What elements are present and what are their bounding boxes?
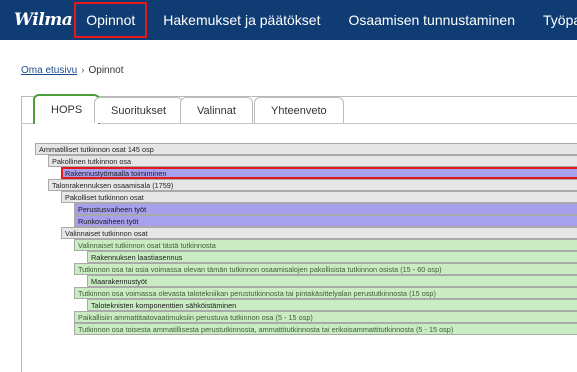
tree-row-label: Maarakennustyöt [91, 277, 147, 286]
wilma-logo[interactable]: Wilma [0, 0, 73, 40]
breadcrumb: Oma etusivu › Opinnot [21, 65, 124, 76]
tree-item-row[interactable]: Paikallisiin ammattitaitovaatimuksiin pe… [74, 311, 577, 323]
tree-item-row[interactable]: Taloteknisten komponenttien sähköistämin… [87, 299, 577, 311]
tree-row-label: Valinnaiset tutkinnon osat tästä tutkinn… [78, 241, 216, 250]
nav-item-tyopaikka[interactable]: Työpaik [529, 0, 577, 40]
tree-item-row[interactable]: Tutkinnon osa toisesta ammatillisesta pe… [74, 323, 577, 335]
top-navigation: Wilma Opinnot Hakemukset ja päätökset Os… [0, 0, 577, 40]
tree-row-label: Ammatilliset tutkinnon osat 145 osp [39, 145, 154, 154]
tree-row-label: Talonrakennuksen osaamisala (1759) [52, 181, 174, 190]
tree-group-row: Pakollinen tutkinnon osa [48, 155, 577, 167]
tab-hops[interactable]: HOPS [33, 94, 101, 124]
tree-group-row: Pakolliset tutkinnon osat [61, 191, 577, 203]
tree-row-label: Perustusvaiheen työt [78, 205, 147, 214]
tree-row-label: Pakolliset tutkinnon osat [65, 193, 144, 202]
tree-row-label: Pakollinen tutkinnon osa [52, 157, 132, 166]
tree-row-label: Paikallisiin ammattitaitovaatimuksiin pe… [78, 313, 313, 322]
nav-item-hakemukset[interactable]: Hakemukset ja päätökset [149, 0, 334, 40]
tree-group-row: Ammatilliset tutkinnon osat 145 osp [35, 143, 577, 155]
tree-row-label: Taloteknisten komponenttien sähköistämin… [91, 301, 237, 310]
breadcrumb-home-link[interactable]: Oma etusivu [21, 65, 77, 76]
tree-item-row[interactable]: Rakennuksen laastiasennus [87, 251, 577, 263]
tree-row-label: Runkovaiheen työt [78, 217, 139, 226]
tree-item-row[interactable]: Valinnaiset tutkinnon osat tästä tutkinn… [74, 239, 577, 251]
tree-row-label: Tutkinnon osa toisesta ammatillisesta pe… [78, 325, 454, 334]
tab-valinnat[interactable]: Valinnat [180, 97, 253, 123]
tab-suoritukset[interactable]: Suoritukset [94, 97, 184, 123]
tree-item-row[interactable]: Runkovaiheen työt [74, 215, 577, 227]
tree-row-label: Rakennustyömaalla toimiminen [65, 169, 167, 178]
breadcrumb-current: Opinnot [88, 65, 124, 76]
tab-yhteenveto[interactable]: Yhteenveto [254, 97, 344, 123]
tree-item-row[interactable]: Rakennustyömaalla toimiminen [61, 167, 577, 179]
tree-item-row[interactable]: Maarakennustyöt [87, 275, 577, 287]
hops-tree: Ammatilliset tutkinnon osat 145 osp Pakol… [35, 143, 577, 335]
tree-row-label: Rakennuksen laastiasennus [91, 253, 183, 262]
tree-item-row[interactable]: Tutkinnon osa voimassa olevasta talotekn… [74, 287, 577, 299]
tab-baseline [21, 123, 577, 124]
tree-group-row: Talonrakennuksen osaamisala (1759) [48, 179, 577, 191]
tree-row-label: Valinnaiset tutkinnon osat [65, 229, 148, 238]
tree-item-row[interactable]: Perustusvaiheen työt [74, 203, 577, 215]
tree-item-row[interactable]: Tutkinnon osa tai osia voimassa olevan t… [74, 263, 577, 275]
nav-item-osaamisen-tunnustaminen[interactable]: Osaamisen tunnustaminen [334, 0, 529, 40]
breadcrumb-separator: › [81, 65, 85, 76]
tree-row-label: Tutkinnon osa voimassa olevasta talotekn… [78, 289, 436, 298]
nav-item-opinnot[interactable]: Opinnot [72, 0, 149, 40]
tree-group-row: Valinnaiset tutkinnon osat [61, 227, 577, 239]
tree-row-label: Tutkinnon osa tai osia voimassa olevan t… [78, 265, 442, 274]
